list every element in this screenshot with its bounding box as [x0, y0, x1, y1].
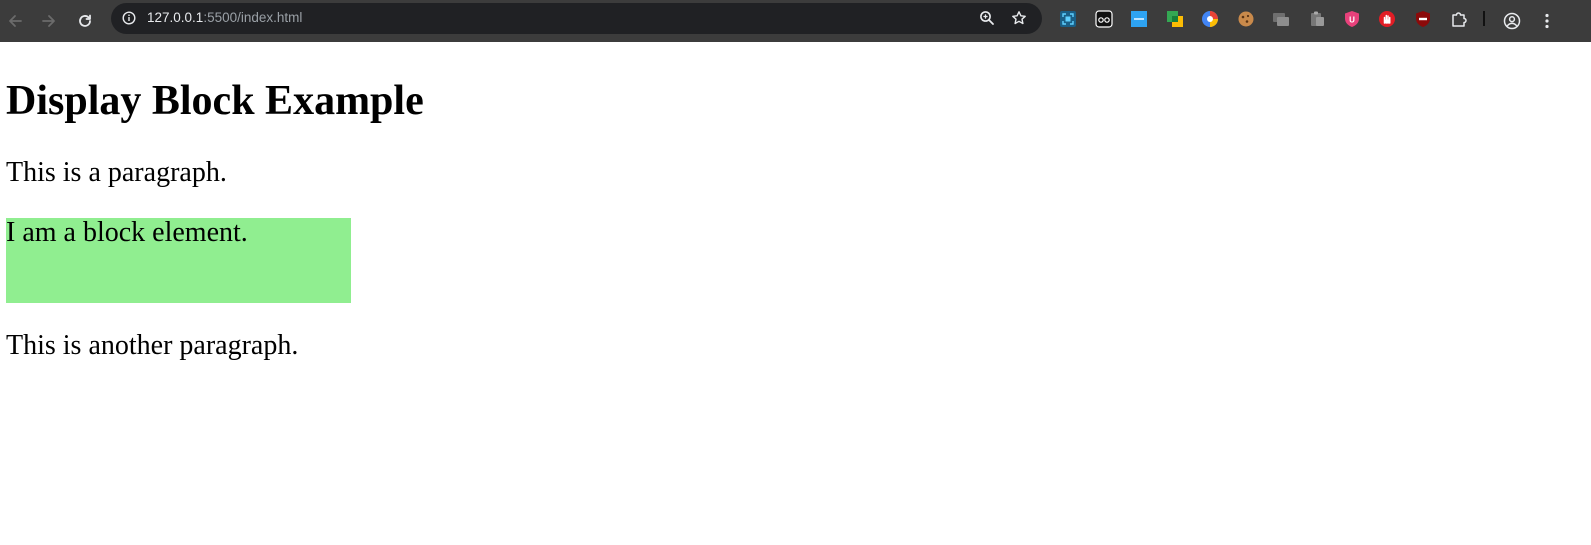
block-element: I am a block element.: [6, 218, 351, 303]
reload-button[interactable]: [70, 6, 100, 36]
page-heading: Display Block Example: [6, 78, 424, 124]
ublock-shield-icon[interactable]: U: [1343, 10, 1361, 28]
url-host: 127.0.0.1: [147, 10, 204, 25]
address-url[interactable]: 127.0.0.1:5500/index.html: [147, 10, 302, 25]
paragraph-second: This is another paragraph.: [6, 330, 299, 361]
ms-tile-icon[interactable]: [1130, 10, 1148, 28]
adblock-icon[interactable]: [1414, 10, 1432, 28]
google-meet-icon[interactable]: [1166, 10, 1184, 28]
back-button[interactable]: [0, 6, 30, 36]
arrow-left-icon: [9, 15, 22, 27]
zoom-in-icon: [980, 11, 994, 25]
profile-button[interactable]: [1497, 6, 1527, 36]
paragraph-first: This is a paragraph.: [6, 157, 227, 188]
color-wheel-icon[interactable]: [1201, 10, 1219, 28]
toolbar-divider: [1483, 11, 1485, 26]
url-path: :5500/index.html: [203, 10, 303, 25]
cookie-icon[interactable]: [1237, 10, 1255, 28]
glasses-icon[interactable]: [1095, 10, 1113, 28]
zoom-button[interactable]: [975, 6, 999, 30]
block-element-text: I am a block element.: [6, 217, 248, 248]
hand-stop-icon[interactable]: [1378, 10, 1396, 28]
more-vert-icon: [1545, 13, 1549, 29]
svg-text:U: U: [1349, 16, 1355, 25]
forward-button[interactable]: [34, 6, 64, 36]
bookmark-button[interactable]: [1007, 6, 1031, 30]
page-content: Display Block Example This is a paragrap…: [0, 42, 1591, 545]
star-icon: [1012, 11, 1026, 25]
reload-icon: [79, 14, 91, 27]
site-info-button[interactable]: [117, 6, 141, 30]
account-circle-icon: [1503, 12, 1521, 30]
menu-button[interactable]: [1532, 6, 1562, 36]
browser-toolbar: 127.0.0.1:5500/index.html U: [0, 0, 1591, 42]
info-icon: [122, 11, 136, 25]
clipboard-icon[interactable]: [1308, 10, 1326, 28]
arrow-right-icon: [42, 15, 55, 27]
puzzle-extensions-icon[interactable]: [1450, 10, 1468, 28]
screen-capture-icon[interactable]: [1059, 10, 1077, 28]
address-bar[interactable]: 127.0.0.1:5500/index.html: [111, 3, 1042, 34]
tab-group-icon[interactable]: [1272, 10, 1290, 28]
